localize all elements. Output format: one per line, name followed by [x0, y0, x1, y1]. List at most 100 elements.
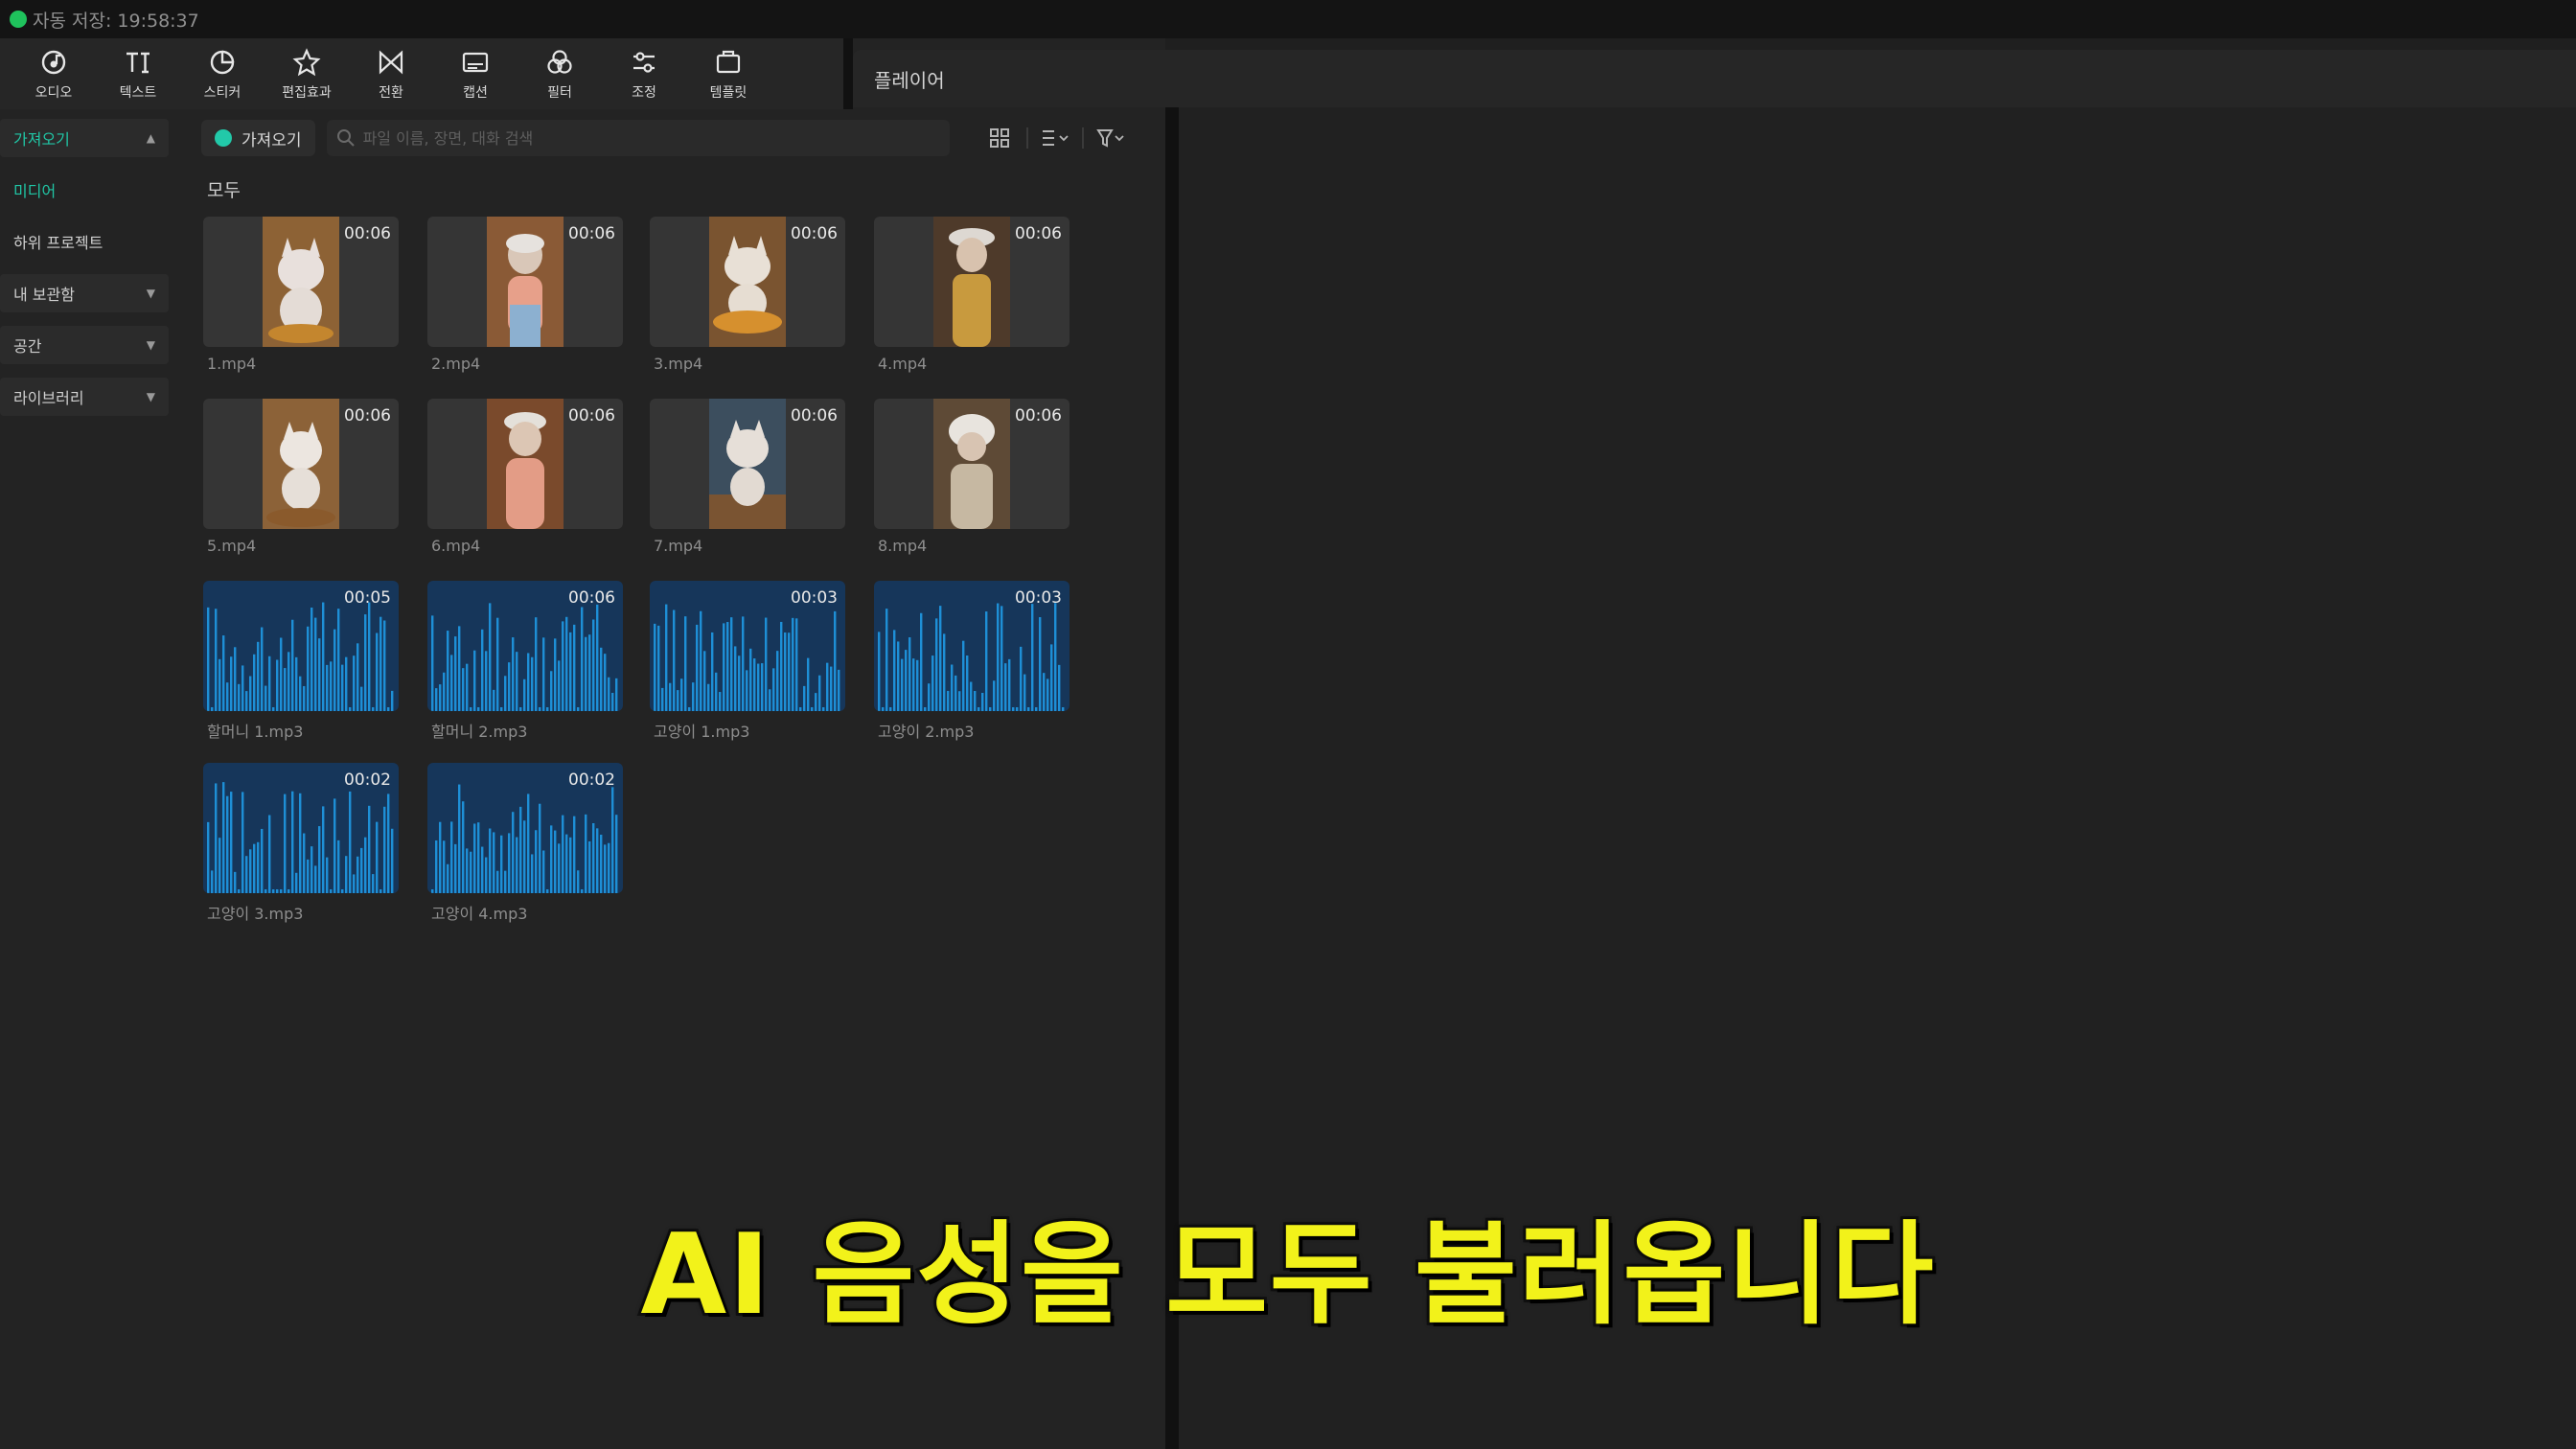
waveform-bar [834, 610, 837, 711]
waveform-bar [473, 650, 476, 711]
media-item[interactable]: 00:02 고양이 3.mp3 [203, 763, 399, 924]
waveform-bar [257, 841, 260, 893]
waveform-bar [928, 683, 931, 711]
sort-icon[interactable] [1028, 120, 1082, 156]
waveform-bar [901, 658, 904, 711]
filter-funnel-icon[interactable] [1084, 120, 1138, 156]
grid-view-icon[interactable] [973, 120, 1026, 156]
media-item[interactable]: 00:02 고양이 4.mp3 [427, 763, 623, 924]
tool-label: 전환 [379, 85, 403, 101]
media-item[interactable]: 00:03 고양이 1.mp3 [650, 581, 845, 742]
tool-adjust[interactable]: 조정 [602, 38, 686, 109]
media-item[interactable]: 00:03 고양이 2.mp3 [874, 581, 1070, 742]
waveform-bar [905, 650, 908, 711]
waveform-bar [280, 889, 283, 893]
waveform-bar [600, 647, 603, 711]
media-item[interactable]: 00:06 할머니 2.mp3 [427, 581, 623, 742]
search-icon [336, 127, 357, 149]
sidebar-item-space[interactable]: 공간 ▼ [0, 326, 169, 364]
waveform-bar [245, 691, 248, 711]
media-name: 1.mp4 [207, 355, 257, 373]
app-window: 자동 저장: 19:58:37 오디오 텍스트 스티커 편집효과 전환 캡션 필… [0, 0, 2576, 1449]
waveform-bar [264, 685, 267, 711]
tool-sticker[interactable]: 스티커 [180, 38, 264, 109]
media-thumbnail: 00:06 [874, 217, 1070, 347]
waveform-bar [489, 828, 492, 893]
waveform-bar [222, 782, 225, 893]
media-item[interactable]: 00:06 8.mp4 [874, 399, 1070, 555]
waveform-bar [784, 632, 787, 711]
waveform-bar [761, 663, 764, 711]
media-item[interactable]: 00:06 3.mp4 [650, 217, 845, 373]
asset-toolbar: 오디오 텍스트 스티커 편집효과 전환 캡션 필터 조정 템플릿 [0, 38, 843, 109]
waveform-bar [493, 832, 495, 893]
search-input[interactable] [362, 128, 938, 148]
waveform-bar [454, 636, 457, 711]
waveform-bar [700, 610, 702, 711]
waveform-bar [554, 638, 557, 711]
waveform-bar [531, 656, 534, 711]
waveform-bar [818, 675, 821, 711]
media-item[interactable]: 00:05 할머니 1.mp3 [203, 581, 399, 742]
waveform-bar [1016, 707, 1019, 711]
tool-label: 편집효과 [282, 85, 332, 101]
tool-template[interactable]: 템플릿 [686, 38, 770, 109]
sticker-icon [206, 46, 239, 79]
tool-effects[interactable]: 편집효과 [264, 38, 349, 109]
tool-caption[interactable]: 캡션 [433, 38, 518, 109]
waveform-bar [261, 828, 264, 893]
waveform-bar [387, 707, 390, 711]
media-item[interactable]: 00:06 6.mp4 [427, 399, 623, 555]
waveform-bar [734, 646, 737, 711]
waveform-bar [1020, 646, 1023, 711]
media-thumbnail: 00:03 [874, 581, 1070, 711]
sidebar-item-subproject[interactable]: 하위 프로젝트 [0, 222, 169, 261]
waveform-bar [496, 870, 499, 893]
media-name: 할머니 1.mp3 [207, 723, 304, 741]
waveform-bar [523, 678, 526, 711]
media-name: 고양이 1.mp3 [654, 723, 750, 741]
waveform-bar [431, 615, 434, 711]
waveform-bar [288, 889, 290, 893]
media-item[interactable]: 00:06 1.mp4 [203, 217, 399, 373]
waveform-bar [322, 806, 325, 893]
sidebar-item-import[interactable]: 가져오기 ▲ [0, 119, 169, 157]
sidebar-item-mylibrary[interactable]: 내 보관함 ▼ [0, 274, 169, 312]
waveform-bar [657, 625, 660, 711]
waveform-bar [692, 682, 695, 711]
waveform-bar [562, 621, 564, 711]
tool-audio[interactable]: 오디오 [12, 38, 96, 109]
waveform-bar [462, 668, 465, 711]
sidebar-item-library[interactable]: 라이브러리 ▼ [0, 378, 169, 416]
waveform-bar [356, 643, 359, 711]
sidebar-item-media[interactable]: 미디어 [0, 171, 169, 209]
tool-label: 필터 [547, 85, 572, 101]
sidebar-item-label: 공간 [13, 337, 42, 356]
waveform-bar [985, 611, 988, 711]
waveform-bar [966, 656, 969, 711]
waveform-bar [604, 654, 607, 711]
media-item[interactable]: 00:06 7.mp4 [650, 399, 845, 555]
player-title: 플레이어 [874, 68, 945, 92]
waveform-bar [997, 603, 1000, 711]
waveform-bar [815, 693, 817, 711]
waveform-bar [1054, 603, 1057, 711]
duration-label: 00:02 [344, 770, 391, 790]
import-button[interactable]: 가져오기 [201, 120, 315, 156]
media-item[interactable]: 00:06 4.mp4 [874, 217, 1070, 373]
media-thumbnail: 00:06 [650, 399, 845, 529]
tool-transition[interactable]: 전환 [349, 38, 433, 109]
media-item[interactable]: 00:06 5.mp4 [203, 399, 399, 555]
tool-text[interactable]: 텍스트 [96, 38, 180, 109]
waveform-bar [882, 707, 885, 711]
panel-separator [843, 38, 853, 109]
waveform-bar [466, 663, 469, 711]
waveform-bar [608, 842, 610, 893]
tool-filter[interactable]: 필터 [518, 38, 602, 109]
waveform-bar [1008, 658, 1011, 711]
sidebar-item-label: 내 보관함 [13, 286, 75, 304]
media-item[interactable]: 00:06 2.mp4 [427, 217, 623, 373]
waveform-bar [535, 830, 538, 893]
waveform-bar [310, 608, 313, 711]
waveform-bar [1004, 663, 1007, 711]
